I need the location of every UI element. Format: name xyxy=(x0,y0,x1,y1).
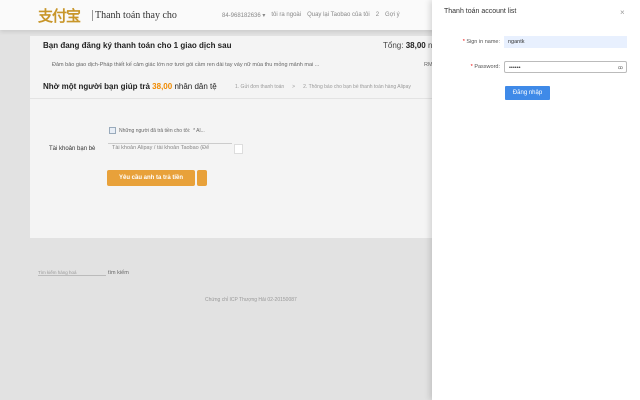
step-2: 2. Thông báo cho bạn bè thanh toán hàng … xyxy=(303,84,411,90)
top-nav: 84-968182636 ▾ tôi ra ngoài Quay lại Tao… xyxy=(222,12,400,19)
contacts-button[interactable] xyxy=(234,144,243,154)
order-total: Tổng: 38,00 n xyxy=(383,41,432,50)
checkbox-label: Những người đã trả tiền cho tôi: xyxy=(119,128,190,134)
payers-select[interactable]: * Al... xyxy=(193,128,205,134)
friend-account-input[interactable]: Tài khoản Alipay / tài khoản Taobao (Để xyxy=(108,143,232,153)
password-label-text: Password: xyxy=(474,64,500,70)
nav-item[interactable]: 2 xyxy=(376,12,379,19)
help-amount: 38,00 xyxy=(152,82,172,91)
suggest-link[interactable]: Gợi ý xyxy=(385,12,400,19)
search-bar: Tìm kiếm hàng hoá tìm kiếm xyxy=(38,270,129,276)
total-label: Tổng: xyxy=(383,41,403,50)
page-title: Thanh toán thay cho xyxy=(92,10,177,21)
order-heading: Bạn đang đăng ký thanh toán cho 1 giao d… xyxy=(43,41,231,50)
show-password-icon[interactable]: ꝏ xyxy=(618,62,623,74)
sign-in-name-input[interactable]: ngantk xyxy=(504,36,627,48)
close-icon[interactable]: × xyxy=(620,8,625,17)
request-payment-button[interactable]: Yêu cầu anh ta trả tiền xyxy=(107,170,195,186)
password-value: •••••• xyxy=(509,65,521,71)
help-heading: Nhờ một người bạn giúp trả 38,00 nhân dâ… xyxy=(43,82,217,91)
payers-checkbox-row[interactable]: ⠀ Những người đã trả tiền cho tôi: * Al.… xyxy=(109,127,205,134)
account-menu[interactable]: 84-968182636 ▾ xyxy=(222,12,265,19)
logout-link[interactable]: tôi ra ngoài xyxy=(271,12,301,19)
total-value: 38,00 xyxy=(406,41,426,50)
steps: 1. Gửi đơn thanh toán > 2. Thông báo cho… xyxy=(235,84,411,90)
alipay-logo[interactable]: 支付宝 xyxy=(38,5,80,26)
checkbox[interactable]: ⠀ xyxy=(109,127,116,134)
password-input[interactable]: •••••• ꝏ xyxy=(504,61,627,73)
search-button[interactable]: tìm kiếm xyxy=(108,270,129,276)
account-list-panel: Thanh toán account list × * Sign in name… xyxy=(432,0,640,400)
login-button[interactable]: Đăng nhập xyxy=(505,86,550,100)
panel-title: Thanh toán account list xyxy=(444,8,516,15)
sign-in-label: * Sign in name: xyxy=(440,39,500,45)
divider xyxy=(30,98,440,99)
request-dropdown-button[interactable] xyxy=(197,170,207,186)
password-label: * Password: xyxy=(440,64,500,70)
friend-account-label: Tài khoản bạn bè xyxy=(49,146,95,152)
payment-card: Bạn đang đăng ký thanh toán cho 1 giao d… xyxy=(30,36,440,238)
sign-in-label-text: Sign in name: xyxy=(466,39,500,45)
help-suffix: nhân dân tệ xyxy=(174,82,216,91)
step-1: 1. Gửi đơn thanh toán xyxy=(235,84,284,90)
search-input[interactable]: Tìm kiếm hàng hoá xyxy=(38,270,106,276)
help-prefix: Nhờ một người bạn giúp trả xyxy=(43,82,150,91)
back-to-taobao-link[interactable]: Quay lại Taobao của tôi xyxy=(307,12,370,19)
step-arrow: > xyxy=(292,84,295,90)
order-item[interactable]: Đảm bảo giao dịch-Pháp thiết kế cảm giác… xyxy=(52,62,319,68)
footer-text: Chứng chỉ ICP Thượng Hải 02-20150087 xyxy=(205,297,297,303)
